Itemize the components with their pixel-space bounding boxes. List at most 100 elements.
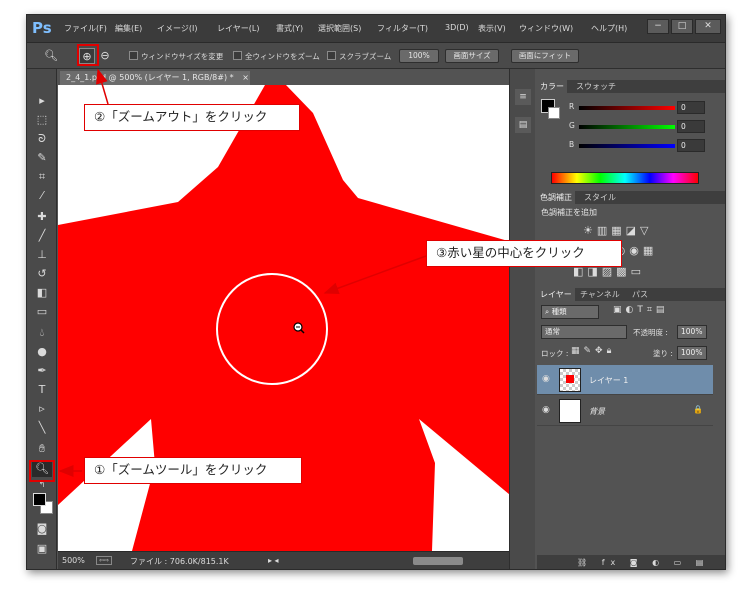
status-icon: ⇦⇨ [96, 556, 113, 565]
properties-panel-icon[interactable]: ▤ [515, 117, 531, 133]
actual-pixels-button[interactable]: 100% [399, 49, 439, 63]
hand-tool-icon[interactable]: ✋︎ [32, 441, 52, 457]
slider-g-track[interactable] [579, 125, 675, 129]
layers-bottom-bar[interactable]: ⛓ fx ◙ ◐ ▭ ▤ 🗑 [537, 555, 725, 569]
status-menu-arrow[interactable]: ▸ ◂ [268, 556, 279, 565]
tools-panel: ▸ ⬚ ᘐ ✎ ⌗ ⁄ ✚ ╱ ⊥ ↺ ◧ ▭ 💧︎ ● ✒ T ▹ ╲ ✋︎ … [27, 69, 57, 569]
fit-screen-button[interactable]: 画面サイズ [445, 49, 499, 63]
slider-r-track[interactable] [579, 106, 675, 110]
dodge-tool-icon[interactable]: ● [32, 344, 52, 360]
menu-bar: Ps ファイル(F) 編集(E) イメージ(I) レイヤー(L) 書式(Y) 選… [27, 15, 725, 43]
close-button[interactable]: ✕ [695, 19, 721, 34]
move-tool-icon[interactable]: ▸ [32, 93, 52, 109]
menu-edit[interactable]: 編集(E) [115, 23, 142, 37]
tab-swatches[interactable]: スウォッチ [573, 80, 619, 93]
maximize-button[interactable]: □ [671, 19, 693, 34]
foreground-color-swatch[interactable] [33, 493, 46, 506]
slider-r[interactable]: R 0 [539, 101, 725, 115]
lock-icon: 🔒 [693, 405, 703, 414]
visibility-eye-icon[interactable]: ◉ [542, 405, 550, 415]
fill-value[interactable]: 100% [677, 346, 707, 360]
document-tab-close[interactable]: × [242, 73, 249, 82]
menu-window[interactable]: ウィンドウ(W) [519, 23, 573, 37]
scrubby-zoom-checkbox[interactable] [327, 51, 336, 60]
layer-1-name[interactable]: レイヤー 1 [589, 375, 628, 386]
quick-select-tool-icon[interactable]: ✎ [32, 150, 52, 166]
pen-tool-icon[interactable]: ✒ [32, 363, 52, 379]
menu-file[interactable]: ファイル(F) [64, 23, 107, 37]
tab-paths[interactable]: パス [629, 288, 651, 301]
zoom-all-windows-label: 全ウィンドウをズーム [245, 52, 320, 61]
visibility-eye-icon[interactable]: ◉ [542, 374, 550, 384]
eyedropper-tool-icon[interactable]: ⁄ [32, 188, 52, 204]
opacity-label: 不透明度 : [633, 328, 668, 337]
tab-color[interactable]: カラー [537, 80, 567, 93]
zoom-all-windows-checkbox[interactable] [233, 51, 242, 60]
minimize-button[interactable]: − [647, 19, 669, 34]
path-select-tool-icon[interactable]: ▹ [32, 401, 52, 417]
slider-b-value[interactable]: 0 [677, 139, 705, 152]
photoshop-window: Ps ファイル(F) 編集(E) イメージ(I) レイヤー(L) 書式(Y) 選… [26, 14, 726, 570]
quick-mask-icon[interactable]: ◙ [32, 521, 52, 537]
slider-g-value[interactable]: 0 [677, 120, 705, 133]
slider-b[interactable]: B 0 [539, 139, 725, 153]
gradient-tool-icon[interactable]: ▭ [32, 304, 52, 320]
opacity-value[interactable]: 100% [677, 325, 707, 339]
eraser-tool-icon[interactable]: ◧ [32, 285, 52, 301]
type-tool-icon[interactable]: T [32, 382, 52, 398]
adjust-panel-tabs: 色調補正 スタイル [537, 191, 725, 204]
blur-tool-icon[interactable]: 💧︎ [32, 325, 52, 341]
callout-step2: ②「ズームアウト」をクリック [84, 104, 300, 131]
layers-panel-tabs: レイヤー チャンネル パス [537, 288, 725, 301]
document-tab-title: 2_4_1.psd @ 500% (レイヤー 1, RGB/8#) * [66, 73, 234, 82]
menu-layer[interactable]: レイヤー(L) [217, 23, 259, 37]
blend-mode-select[interactable]: 通常 [541, 325, 627, 339]
adjust-icons-row1[interactable]: ☀▥▦◪▽ [583, 224, 653, 237]
tab-layers[interactable]: レイヤー [537, 288, 575, 301]
lasso-tool-icon[interactable]: ᘐ [32, 131, 52, 147]
scrubby-zoom-label: スクラブズーム [339, 52, 392, 61]
stamp-tool-icon[interactable]: ⊥ [32, 247, 52, 263]
background-layer-name[interactable]: 背景 [589, 406, 605, 417]
screen-mode-icon[interactable]: ▣ [32, 541, 52, 557]
zoom-level[interactable]: 500% [62, 556, 85, 565]
resize-windows-checkbox[interactable] [129, 51, 138, 60]
slider-r-value[interactable]: 0 [677, 101, 705, 114]
healing-brush-tool-icon[interactable]: ✚ [32, 209, 52, 225]
slider-g[interactable]: G 0 [539, 120, 725, 134]
menu-image[interactable]: イメージ(I) [157, 23, 197, 37]
callout-step3: ③赤い星の中心をクリック [426, 240, 622, 267]
zoom-out-icon[interactable]: ⊖ [97, 48, 113, 64]
crop-tool-icon[interactable]: ⌗ [32, 169, 52, 185]
slider-b-track[interactable] [579, 144, 675, 148]
menu-view[interactable]: 表示(V) [478, 23, 506, 37]
lock-icons[interactable]: ▦✎✥🔒︎ [571, 346, 615, 356]
line-tool-icon[interactable]: ╲ [32, 420, 52, 436]
right-panels: カラー スウォッチ R 0 G 0 B 0 色調補正 スタイル 色調補正を追加 … [537, 69, 725, 569]
menu-type[interactable]: 書式(Y) [276, 23, 303, 37]
tab-adjustments[interactable]: 色調補正 [537, 191, 575, 204]
layer-row-background[interactable]: ◉ 背景 🔒 [537, 396, 713, 426]
menu-3d[interactable]: 3D(D) [445, 23, 469, 37]
layer-kind-filter[interactable]: ⌕ 種類 [541, 305, 599, 319]
history-panel-icon[interactable]: ≡ [515, 89, 531, 105]
history-brush-tool-icon[interactable]: ↺ [32, 266, 52, 282]
menu-filter[interactable]: フィルター(T) [377, 23, 428, 37]
menu-select[interactable]: 選択範囲(S) [318, 23, 361, 37]
options-bar: 🔍︎ ⊕ ⊖ ウィンドウサイズを変更 全ウィンドウをズーム スクラブズーム 10… [27, 43, 725, 69]
slider-r-label: R [569, 102, 575, 111]
layer-row-1[interactable]: ◉ レイヤー 1 [537, 365, 713, 395]
zoom-tool-preset-icon[interactable]: 🔍︎ [43, 48, 59, 64]
brush-tool-icon[interactable]: ╱ [32, 228, 52, 244]
ps-logo: Ps [32, 19, 52, 37]
color-spectrum[interactable] [551, 172, 699, 184]
tab-channels[interactable]: チャンネル [577, 288, 623, 301]
document-tab[interactable]: 2_4_1.psd @ 500% (レイヤー 1, RGB/8#) * × [60, 71, 250, 85]
fill-label: 塗り : [653, 349, 673, 358]
fill-screen-button[interactable]: 画面にフィット [511, 49, 579, 63]
marquee-tool-icon[interactable]: ⬚ [32, 112, 52, 128]
tab-styles[interactable]: スタイル [581, 191, 619, 204]
menu-help[interactable]: ヘルプ(H) [591, 23, 627, 37]
horizontal-scroll-thumb[interactable] [413, 557, 463, 565]
layer-filter-icons[interactable]: ▣◐T⌗▤ [613, 305, 668, 315]
